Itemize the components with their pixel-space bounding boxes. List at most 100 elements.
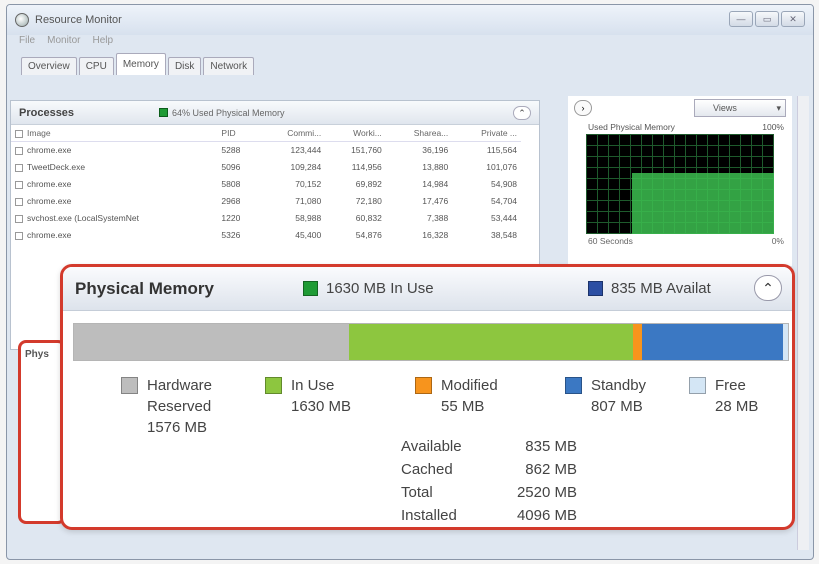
col-working[interactable]: Worki...	[325, 125, 386, 142]
legend-free: Free 28 MB	[689, 375, 759, 417]
table-row[interactable]: chrome.exe 5326 45,400 54,876 16,328 38,548	[11, 227, 521, 244]
legend-label: Free	[715, 377, 746, 394]
graph-min: 0%	[771, 236, 784, 246]
maximize-button[interactable]: ▭	[755, 11, 779, 27]
available-summary: 835 MB Availat	[611, 280, 711, 297]
stat-cached: Cached 862 MB	[401, 458, 577, 481]
col-shareable[interactable]: Sharea...	[385, 125, 453, 142]
close-button[interactable]: ✕	[781, 11, 805, 27]
col-commit[interactable]: Commi...	[259, 125, 326, 142]
menu-file[interactable]: File	[19, 35, 35, 51]
menu-help[interactable]: Help	[92, 35, 113, 51]
physical-memory-header[interactable]: Physical Memory 1630 MB In Use 835 MB Av…	[63, 267, 792, 311]
select-all-checkbox[interactable]	[15, 129, 23, 138]
chevron-up-icon[interactable]: ⌃	[754, 275, 782, 301]
used-memory-graph	[586, 134, 774, 234]
tab-network[interactable]: Network	[203, 57, 255, 75]
row-checkbox[interactable]	[15, 163, 23, 172]
table-row[interactable]: chrome.exe 2968 71,080 72,180 17,476 54,704	[11, 193, 521, 210]
row-checkbox[interactable]	[15, 180, 23, 189]
chevron-down-icon: ▾	[776, 102, 781, 113]
table-row[interactable]: chrome.exe 5808 70,152 69,892 14,984 54,908	[11, 176, 521, 193]
bar-segment-standby	[642, 324, 784, 360]
views-dropdown[interactable]: Views ▾	[694, 99, 786, 117]
processes-header[interactable]: Processes 64% Used Physical Memory ⌃	[11, 101, 539, 125]
legend-label: In Use	[291, 377, 335, 394]
process-image: chrome.exe	[11, 176, 217, 193]
processes-header-row: Image PID Commi... Worki... Sharea... Pr…	[11, 125, 521, 142]
process-private: 101,076	[486, 162, 517, 172]
legend-swatch	[415, 377, 432, 394]
processes-title: Processes	[19, 106, 75, 119]
graph-max: 100%	[762, 122, 784, 132]
process-commit: 58,988	[295, 213, 322, 223]
process-working: 114,956	[351, 162, 382, 172]
minimize-button[interactable]: —	[729, 11, 753, 27]
process-image: TweetDeck.exe	[11, 159, 217, 176]
process-image: chrome.exe	[11, 142, 217, 159]
stat-installed: Installed 4096 MB	[401, 504, 577, 527]
in-use-indicator	[303, 281, 318, 296]
legend-standby: Standby 807 MB	[565, 375, 647, 417]
legend-value: 807 MB	[591, 398, 643, 415]
expand-arrow-icon[interactable]: ›	[574, 100, 592, 116]
legend-label: Standby	[591, 377, 647, 394]
process-commit: 109,284	[290, 162, 322, 172]
physical-memory-panel: Physical Memory 1630 MB In Use 835 MB Av…	[60, 264, 795, 530]
processes-table: Image PID Commi... Worki... Sharea... Pr…	[11, 125, 521, 244]
tab-memory[interactable]: Memory	[115, 53, 166, 75]
legend-label-2: Reserved	[147, 398, 212, 415]
processes-summary: 64% Used Physical Memory	[172, 107, 285, 118]
bar-segment-free	[783, 324, 788, 360]
process-working: 151,760	[351, 145, 382, 156]
table-row[interactable]: chrome.exe 5288 123,444 151,760 36,196 115,56…	[11, 142, 521, 159]
stat-label: Available	[401, 438, 462, 455]
legend-swatch	[565, 377, 582, 394]
row-checkbox[interactable]	[15, 231, 23, 240]
col-pid[interactable]: PID	[217, 125, 260, 142]
table-row[interactable]: svchost.exe (LocalSystemNet 1220 58,988 60,…	[11, 210, 521, 227]
stat-label: Installed	[401, 507, 457, 524]
tab-strip: Overview CPU Memory Disk Network	[7, 51, 813, 75]
process-private: 53,444	[491, 213, 517, 223]
col-private[interactable]: Private ...	[452, 125, 521, 142]
tab-overview[interactable]: Overview	[21, 57, 77, 75]
row-checkbox[interactable]	[15, 214, 23, 223]
col-image[interactable]: Image	[11, 125, 218, 142]
process-commit: 123,444	[290, 145, 322, 156]
stat-label: Cached	[401, 461, 453, 478]
legend-label: Modified	[441, 377, 498, 394]
legend-swatch	[689, 377, 706, 394]
stat-total: Total 2520 MB	[401, 481, 577, 504]
available-indicator	[588, 281, 603, 296]
chevron-up-icon[interactable]: ⌃	[513, 105, 531, 120]
process-working: 54,876	[355, 230, 382, 240]
stat-value: 4096 MB	[516, 507, 577, 524]
vertical-scrollbar[interactable]	[797, 96, 809, 550]
tab-disk[interactable]: Disk	[167, 57, 202, 75]
legend-swatch	[121, 377, 138, 394]
process-shareable: 14,984	[422, 179, 449, 189]
row-checkbox[interactable]	[15, 197, 23, 206]
process-working: 72,180	[355, 196, 382, 206]
row-checkbox[interactable]	[15, 147, 23, 155]
legend-hardware: Hardware Reserved 1576 MB	[121, 375, 213, 438]
bar-segment-in-use	[348, 324, 633, 360]
window-title: Resource Monitor	[35, 14, 122, 26]
memory-used-indicator	[159, 108, 168, 117]
process-image: chrome.exe	[11, 193, 217, 210]
legend-label: Hardware	[147, 377, 213, 394]
process-private: 38,548	[491, 230, 517, 240]
process-image: chrome.exe	[11, 227, 217, 244]
resource-monitor-icon	[15, 13, 29, 27]
process-commit: 71,080	[295, 196, 322, 206]
menu-monitor[interactable]: Monitor	[47, 35, 80, 51]
process-pid: 1220	[221, 213, 241, 223]
legend-value: 28 MB	[715, 398, 759, 415]
tab-cpu[interactable]: CPU	[78, 57, 114, 75]
physical-memory-panel-collapsed: Phys	[18, 340, 66, 524]
process-pid: 2968	[221, 196, 241, 206]
table-row[interactable]: TweetDeck.exe 5096 109,284 114,956 13,880 101…	[11, 159, 521, 176]
graph-time: 60 Seconds	[588, 236, 633, 246]
physical-memory-title: Physical Memory	[75, 278, 214, 298]
